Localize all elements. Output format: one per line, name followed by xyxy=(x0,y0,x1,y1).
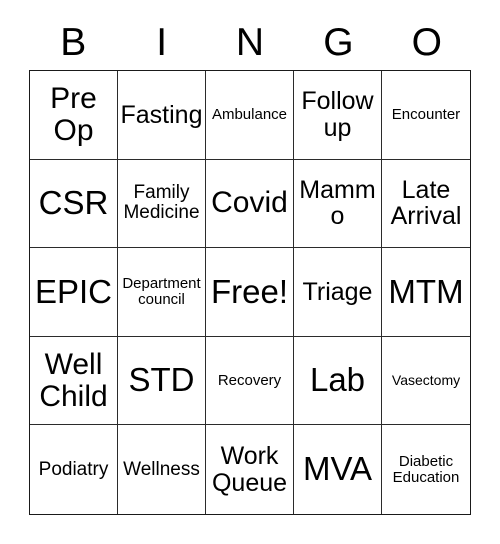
bingo-cell[interactable]: Pre Op xyxy=(30,71,118,160)
bingo-cell-label: Family Medicine xyxy=(123,182,200,224)
header-letter-i: I xyxy=(156,20,168,64)
bingo-header-row: B I N G O xyxy=(29,14,471,70)
bingo-cell-label: Follow up xyxy=(301,87,374,142)
bingo-cell-label: Recovery xyxy=(217,371,282,389)
bingo-cell[interactable]: Triage xyxy=(294,248,382,337)
bingo-cell-free-space[interactable]: Free! xyxy=(206,248,294,337)
bingo-cell-label: Covid xyxy=(211,186,288,220)
bingo-cell[interactable]: Covid xyxy=(206,159,294,249)
bingo-card: B I N G O Pre Op Fasting Ambulance Follow u… xyxy=(0,0,500,544)
bingo-cell-label: Late Arrival xyxy=(390,175,462,231)
bingo-cell[interactable]: Fasting xyxy=(118,71,206,160)
bingo-cell-label: Well Child xyxy=(39,347,108,413)
bingo-cell[interactable]: Follow up xyxy=(294,71,382,160)
bingo-cell[interactable]: Mammo xyxy=(294,159,382,249)
bingo-cell[interactable]: Recovery xyxy=(206,336,294,426)
bingo-cell-label: Fasting xyxy=(120,100,203,129)
bingo-cell-label: Wellness xyxy=(123,458,200,480)
bingo-cell[interactable]: CSR xyxy=(30,159,118,249)
bingo-cell-label: Pre Op xyxy=(50,82,97,147)
bingo-cell[interactable]: Diabetic Education xyxy=(382,425,470,514)
bingo-cell-label: STD xyxy=(128,361,195,399)
bingo-cell-label: MTM xyxy=(388,272,464,310)
bingo-cell-label: Encounter xyxy=(391,105,461,123)
bingo-cell[interactable]: Department council xyxy=(118,248,206,337)
bingo-cell[interactable]: MVA xyxy=(294,425,382,514)
bingo-cell[interactable]: Work Queue xyxy=(206,425,294,514)
bingo-cell-label: Ambulance xyxy=(211,105,288,123)
bingo-grid: Pre Op Fasting Ambulance Follow up Encounter… xyxy=(29,70,471,515)
bingo-cell[interactable]: Encounter xyxy=(382,71,470,160)
bingo-cell-label: Mammo xyxy=(299,175,376,231)
bingo-cell[interactable]: Late Arrival xyxy=(382,159,470,249)
bingo-cell-label: EPIC xyxy=(34,272,113,310)
bingo-cell-label: Vasectomy xyxy=(391,372,461,389)
bingo-cell[interactable]: Podiatry xyxy=(30,425,118,514)
bingo-cell-label: Podiatry xyxy=(38,458,109,480)
bingo-cell-label: MVA xyxy=(302,450,373,488)
bingo-cell-label: Triage xyxy=(302,277,373,306)
bingo-cell[interactable]: EPIC xyxy=(30,248,118,337)
bingo-cell-label: CSR xyxy=(38,183,109,221)
bingo-cell-label: Diabetic Education xyxy=(392,452,460,486)
bingo-cell-label: Work Queue xyxy=(211,442,288,497)
bingo-cell[interactable]: STD xyxy=(118,336,206,426)
bingo-cell[interactable]: Family Medicine xyxy=(118,159,206,249)
header-letter-g: G xyxy=(323,20,354,64)
bingo-cell-label: Lab xyxy=(309,361,366,399)
bingo-cell[interactable]: Ambulance xyxy=(206,71,294,160)
header-letter-n: N xyxy=(235,20,265,64)
header-letter-b: B xyxy=(60,20,87,64)
bingo-cell[interactable]: Well Child xyxy=(30,336,118,426)
bingo-cell[interactable]: MTM xyxy=(382,248,470,337)
bingo-cell-label: Free! xyxy=(210,272,289,310)
header-letter-o: O xyxy=(411,20,442,64)
bingo-cell[interactable]: Vasectomy xyxy=(382,336,470,426)
bingo-cell[interactable]: Lab xyxy=(294,336,382,426)
bingo-cell-label: Department council xyxy=(122,275,201,308)
bingo-cell[interactable]: Wellness xyxy=(118,425,206,514)
